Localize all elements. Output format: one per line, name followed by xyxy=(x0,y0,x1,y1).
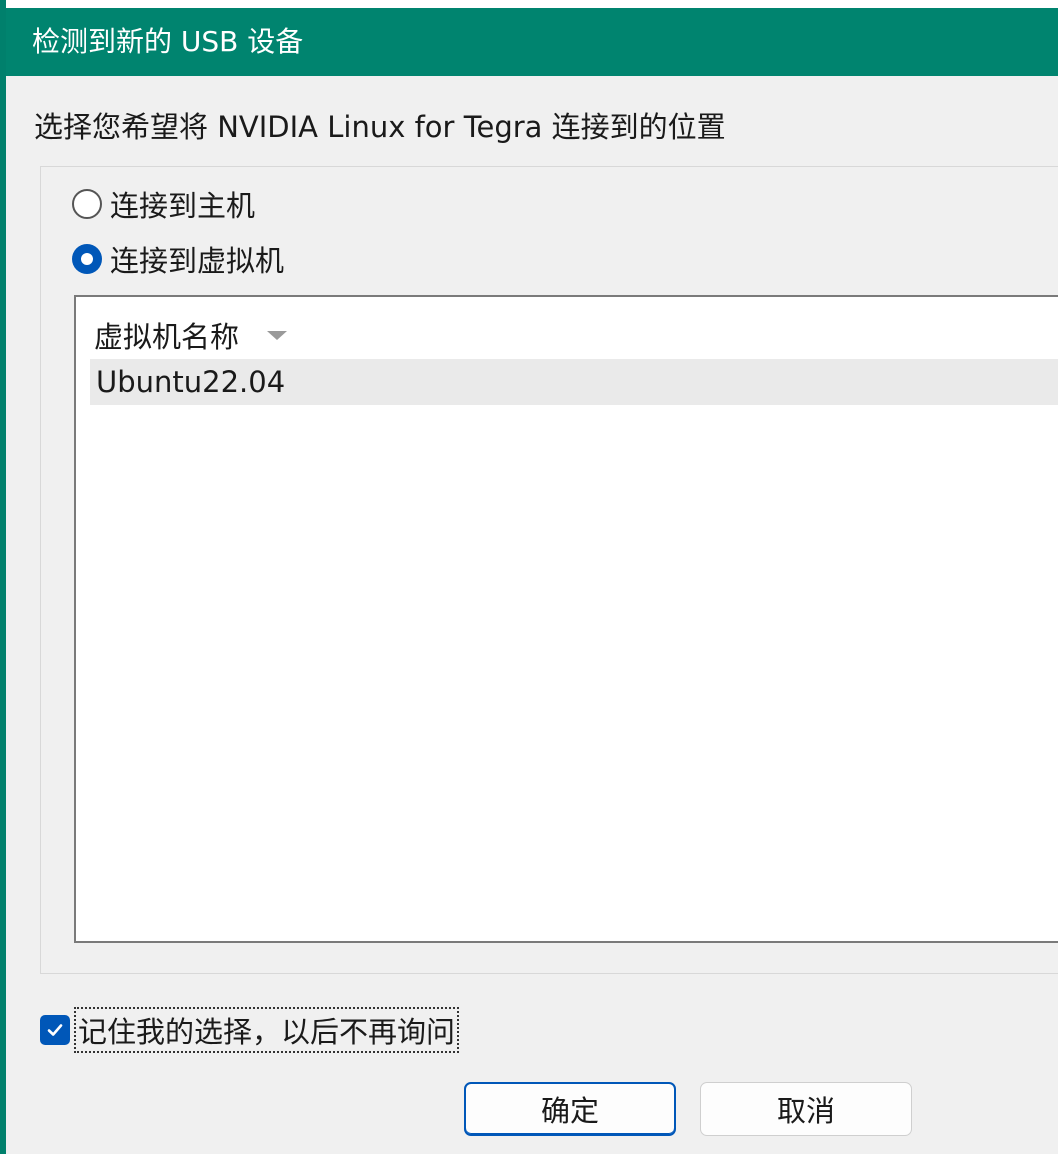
usb-device-dialog: 检测到新的 USB 设备 选择您希望将 NVIDIA Linux for Teg… xyxy=(0,0,1058,1154)
dialog-titlebar[interactable]: 检测到新的 USB 设备 xyxy=(6,8,1058,76)
sort-down-icon xyxy=(267,330,288,340)
checkbox-checked-icon[interactable] xyxy=(40,1015,70,1045)
radio-selected-icon[interactable] xyxy=(72,244,102,274)
remember-choice-checkbox[interactable]: 记住我的选择，以后不再询问 xyxy=(40,1007,460,1053)
column-header-label: 虚拟机名称 xyxy=(94,320,240,354)
list-item[interactable]: Ubuntu22.04 xyxy=(90,359,1058,405)
ok-button[interactable]: 确定 xyxy=(464,1082,676,1136)
radio-connect-host[interactable]: 连接到主机 xyxy=(72,184,255,224)
vm-list[interactable]: 虚拟机名称 Ubuntu22.04 xyxy=(74,295,1058,943)
window-top-edge xyxy=(6,0,1058,8)
radio-connect-vm[interactable]: 连接到虚拟机 xyxy=(72,239,284,279)
dialog-title: 检测到新的 USB 设备 xyxy=(32,25,304,58)
connect-prompt: 选择您希望将 NVIDIA Linux for Tegra 连接到的位置 xyxy=(34,110,726,144)
radio-connect-host-label: 连接到主机 xyxy=(110,189,256,223)
radio-unselected-icon[interactable] xyxy=(72,189,102,219)
column-header-vm-name[interactable]: 虚拟机名称 xyxy=(94,313,288,357)
remember-choice-label: 记住我的选择，以后不再询问 xyxy=(73,1007,460,1053)
cancel-button[interactable]: 取消 xyxy=(700,1082,912,1136)
radio-connect-vm-label: 连接到虚拟机 xyxy=(110,244,285,278)
checkmark-icon xyxy=(47,1024,63,1036)
vm-name: Ubuntu22.04 xyxy=(96,365,286,399)
